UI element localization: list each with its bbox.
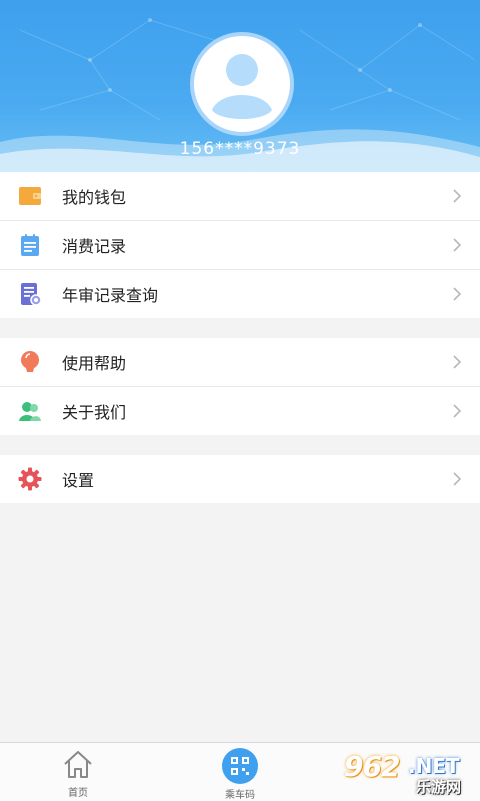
menu-group-account: 我的钱包 消费记录 年审记录查询 bbox=[0, 172, 480, 318]
lightbulb-icon bbox=[21, 351, 39, 372]
menu-group-settings: 设置 bbox=[0, 455, 480, 503]
menu-item-wallet[interactable]: 我的钱包 bbox=[0, 172, 480, 220]
menu-item-about-us[interactable]: 关于我们 bbox=[0, 386, 480, 435]
menu-group-help: 使用帮助 关于我们 bbox=[0, 338, 480, 435]
document-search-icon bbox=[21, 283, 42, 306]
chevron-right-icon bbox=[453, 472, 462, 486]
users-icon bbox=[19, 402, 41, 421]
menu-label: 消费记录 bbox=[62, 237, 127, 256]
watermark-site-name: 乐游网 bbox=[416, 778, 462, 796]
profile-header: 156****9373 bbox=[0, 0, 480, 172]
gear-icon bbox=[18, 467, 42, 491]
menu-item-annual-inspection[interactable]: 年审记录查询 bbox=[0, 269, 480, 318]
menu-item-consumption-records[interactable]: 消费记录 bbox=[0, 220, 480, 269]
user-avatar-icon bbox=[212, 54, 272, 119]
menu-label: 我的钱包 bbox=[62, 188, 127, 207]
watermark-number: 962 bbox=[344, 750, 400, 783]
avatar[interactable] bbox=[190, 32, 294, 136]
menu-label: 关于我们 bbox=[62, 403, 127, 422]
tab-ride-code-label: 乘车码 bbox=[225, 790, 255, 801]
chevron-right-icon bbox=[453, 355, 462, 369]
chevron-right-icon bbox=[453, 287, 462, 301]
menu-label: 年审记录查询 bbox=[62, 286, 159, 305]
chevron-right-icon bbox=[453, 189, 462, 203]
wallet-icon bbox=[19, 187, 41, 205]
user-phone: 156****9373 bbox=[179, 139, 301, 159]
watermark-net: .NET bbox=[408, 754, 460, 778]
tab-home-label: 首页 bbox=[68, 788, 88, 799]
tab-ride-code[interactable]: 乘车码 bbox=[200, 743, 280, 801]
menu-label: 设置 bbox=[62, 471, 95, 490]
home-icon bbox=[64, 751, 92, 778]
menu-label: 使用帮助 bbox=[62, 354, 127, 373]
menu-item-help[interactable]: 使用帮助 bbox=[0, 338, 480, 386]
qr-code-icon bbox=[222, 748, 258, 784]
chevron-right-icon bbox=[453, 404, 462, 418]
notepad-icon bbox=[21, 234, 39, 256]
menu-item-settings[interactable]: 设置 bbox=[0, 455, 480, 503]
watermark-logo: 962 .NET 乐游网 bbox=[338, 748, 476, 796]
chevron-right-icon bbox=[453, 238, 462, 252]
tab-home[interactable]: 首页 bbox=[38, 743, 118, 801]
